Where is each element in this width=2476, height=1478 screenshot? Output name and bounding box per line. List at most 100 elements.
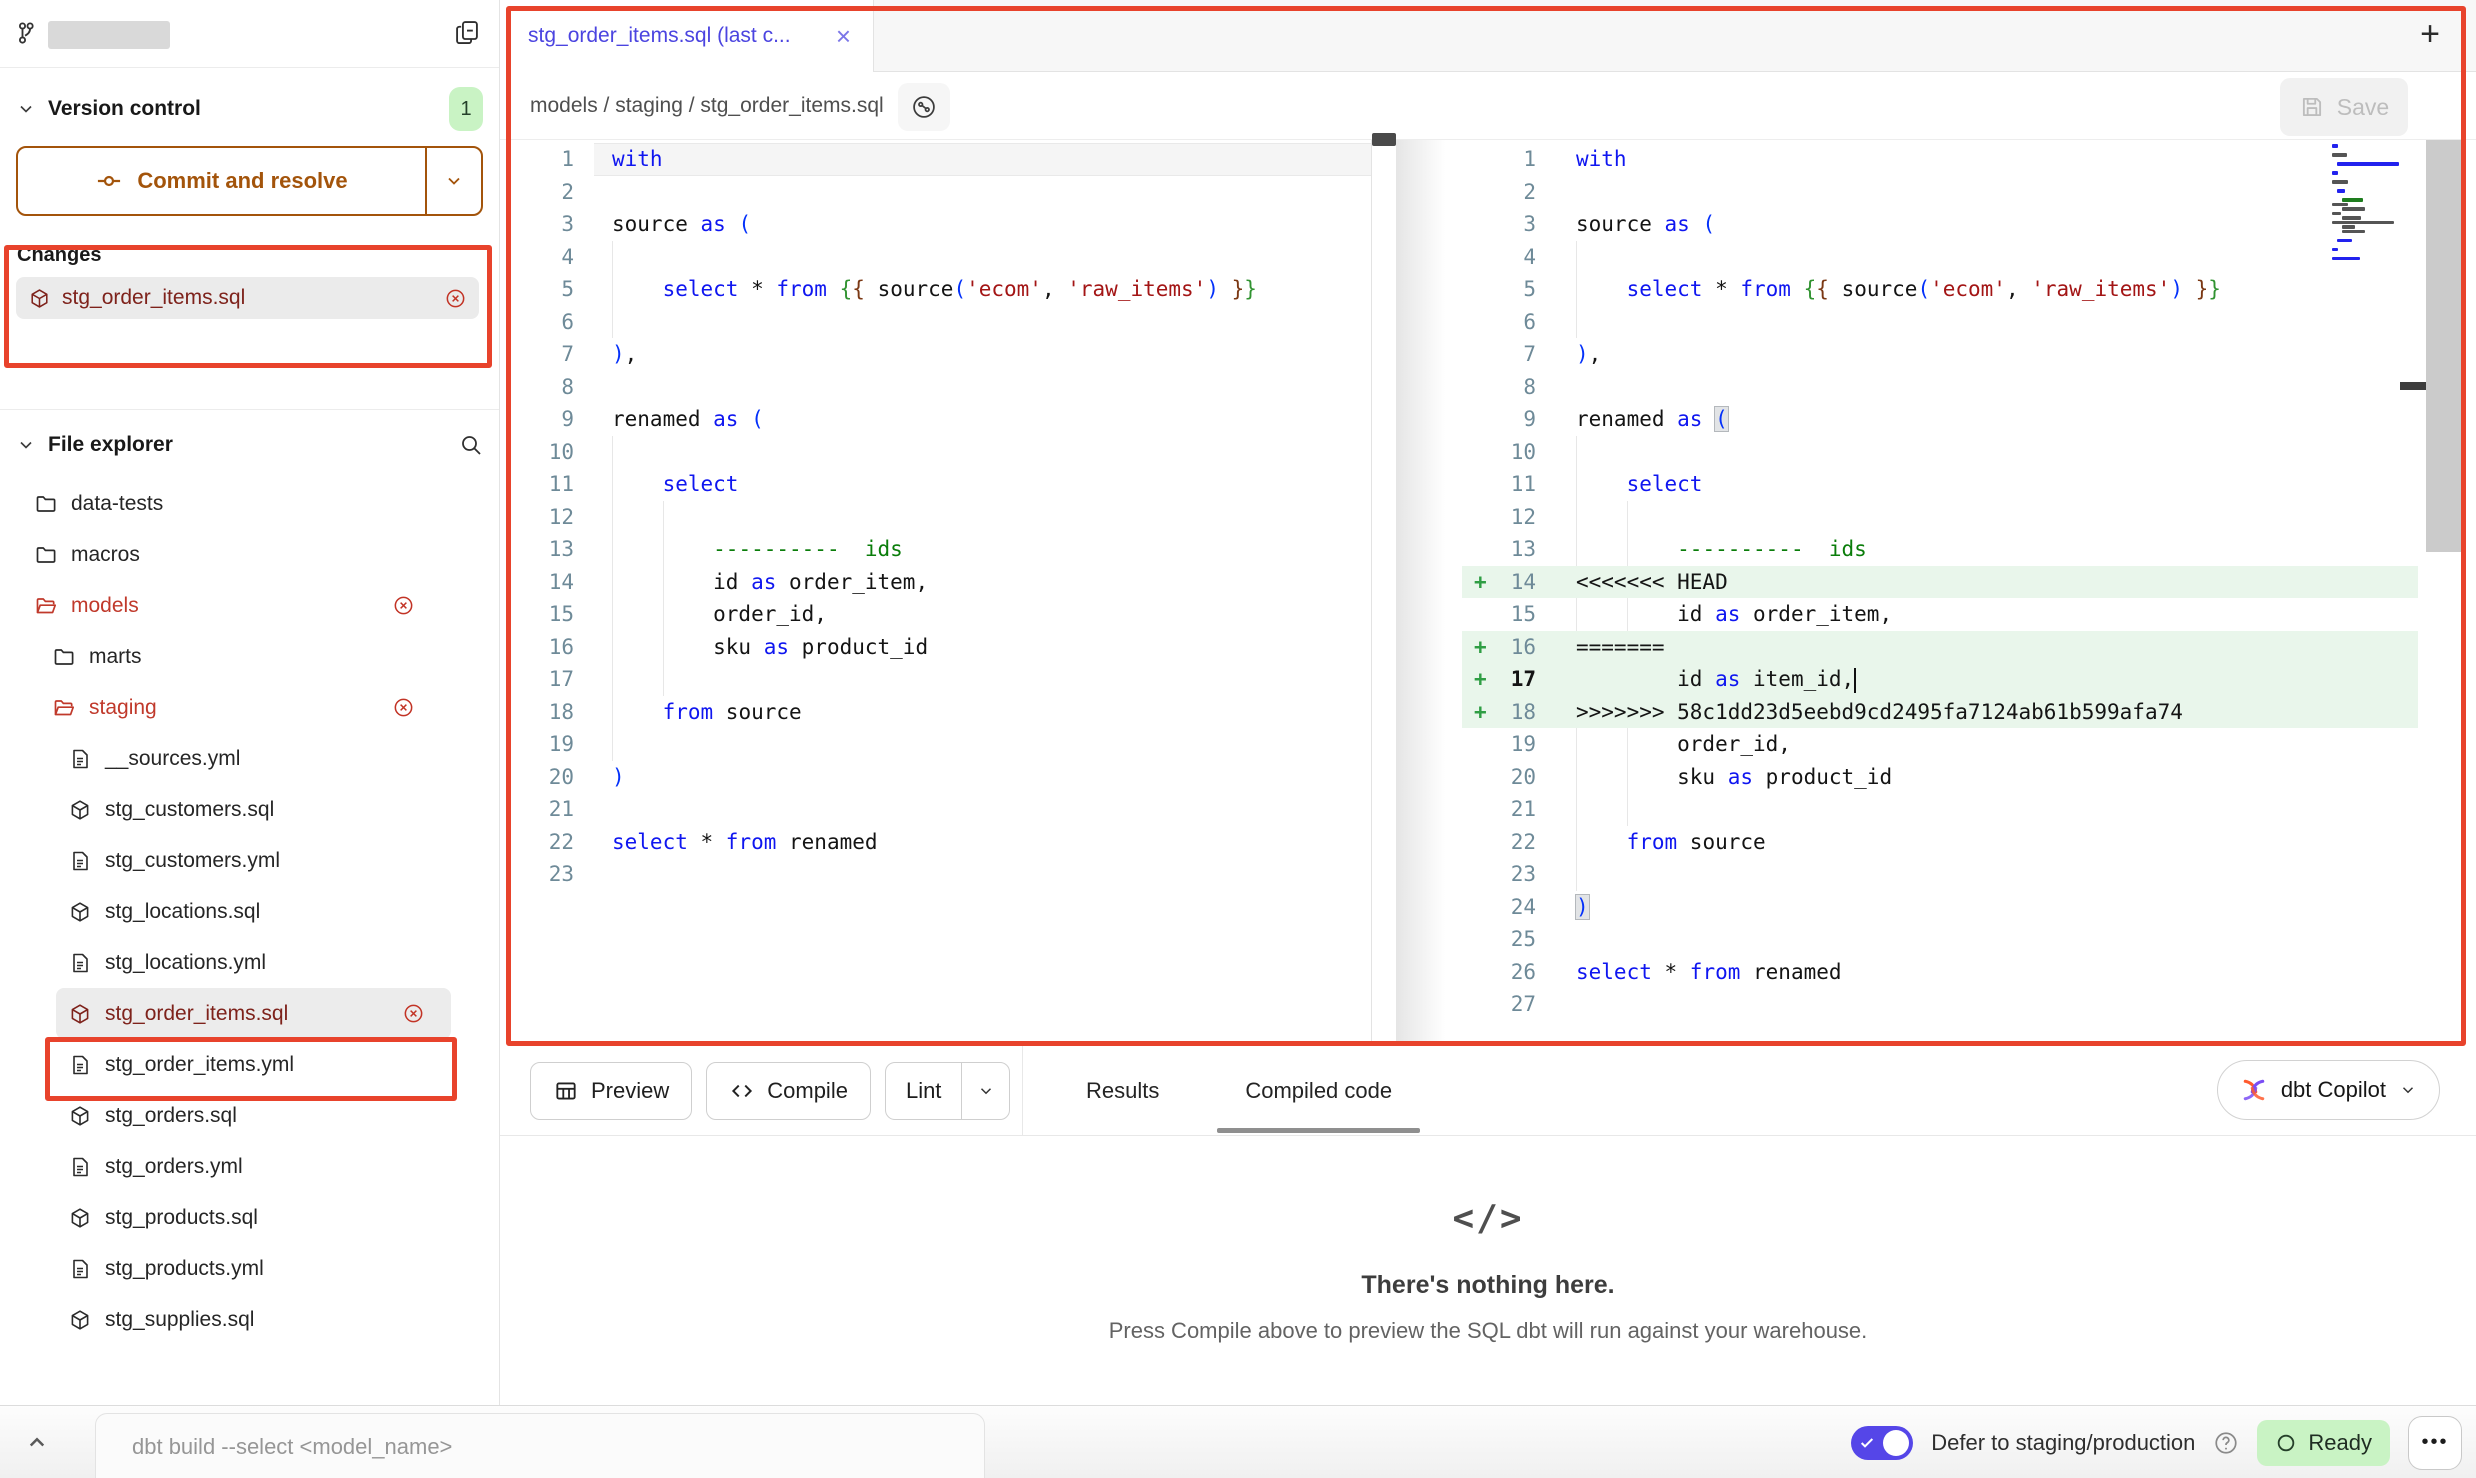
file-explorer-item-stg_products.yml[interactable]: stg_products.yml xyxy=(0,1243,499,1294)
deleted-status-icon[interactable] xyxy=(402,1002,425,1025)
minimap[interactable] xyxy=(2332,144,2398,266)
commit-and-resolve-button[interactable]: Commit and resolve xyxy=(16,146,483,216)
code-line[interactable]: 8 xyxy=(500,371,1371,404)
preview-button[interactable]: Preview xyxy=(530,1062,692,1120)
file-explorer-item-stg_locations.sql[interactable]: stg_locations.sql xyxy=(0,886,499,937)
search-icon[interactable] xyxy=(459,433,483,457)
code-line[interactable]: 25 xyxy=(1462,923,2418,956)
code-line[interactable]: 10 xyxy=(1462,436,2418,469)
file-explorer-item-stg_orders.sql[interactable]: stg_orders.sql xyxy=(0,1090,499,1141)
code-line[interactable]: 11 select xyxy=(1462,468,2418,501)
file-explorer-item-stg_products.sql[interactable]: stg_products.sql xyxy=(0,1192,499,1243)
code-line[interactable]: 11 select xyxy=(500,468,1371,501)
file-explorer-item-staging[interactable]: staging xyxy=(0,682,499,733)
code-line[interactable]: +14<<<<<<< HEAD xyxy=(1462,566,2418,599)
code-line[interactable]: 5 select * from {{ source('ecom', 'raw_i… xyxy=(500,273,1371,306)
new-tab-button[interactable]: + xyxy=(2408,12,2452,56)
code-line[interactable]: 16 sku as product_id xyxy=(500,631,1371,664)
code-line[interactable]: 26select * from renamed xyxy=(1462,956,2418,989)
code-line[interactable]: 7), xyxy=(500,338,1371,371)
code-line[interactable]: 4 xyxy=(1462,241,2418,274)
code-line[interactable]: 6 xyxy=(1462,306,2418,339)
tab-results[interactable]: Results xyxy=(1080,1046,1165,1135)
code-line[interactable]: 15 order_id, xyxy=(500,598,1371,631)
file-explorer-item-marts[interactable]: marts xyxy=(0,631,499,682)
file-explorer-item-stg_customers.sql[interactable]: stg_customers.sql xyxy=(0,784,499,835)
code-line[interactable]: 13 ---------- ids xyxy=(500,533,1371,566)
code-line[interactable]: +17 id as item_id, xyxy=(1462,663,2418,696)
code-line[interactable]: 4 xyxy=(500,241,1371,274)
code-line[interactable]: 9renamed as ( xyxy=(1462,403,2418,436)
help-icon[interactable] xyxy=(2213,1430,2239,1456)
code-line[interactable]: 9renamed as ( xyxy=(500,403,1371,436)
code-line[interactable]: 2 xyxy=(500,176,1371,209)
file-explorer-item-stg_order_items.yml[interactable]: stg_order_items.yml xyxy=(0,1039,499,1090)
code-line[interactable]: 3source as ( xyxy=(500,208,1371,241)
code-line[interactable]: 15 id as order_item, xyxy=(1462,598,2418,631)
file-explorer-item-__sources.yml[interactable]: __sources.yml xyxy=(0,733,499,784)
code-line[interactable]: 24) xyxy=(1462,891,2418,924)
code-line[interactable]: 22select * from renamed xyxy=(500,826,1371,859)
code-line[interactable]: 14 id as order_item, xyxy=(500,566,1371,599)
code-line[interactable]: 20 sku as product_id xyxy=(1462,761,2418,794)
code-editor-left[interactable]: 1with23source as (45 select * from {{ so… xyxy=(500,140,1371,1046)
code-line[interactable]: 8 xyxy=(1462,371,2418,404)
lint-dropdown-button[interactable] xyxy=(961,1063,1009,1119)
code-line[interactable]: 20) xyxy=(500,761,1371,794)
tab-stg-order-items[interactable]: stg_order_items.sql (last c... × xyxy=(500,0,874,72)
code-line[interactable]: 3source as ( xyxy=(1462,208,2418,241)
right-editor-scrollbar-thumb[interactable] xyxy=(2426,140,2466,552)
changed-file-item[interactable]: stg_order_items.sql xyxy=(16,277,479,319)
code-line[interactable]: 1with xyxy=(500,143,1371,176)
file-explorer-item-data-tests[interactable]: data-tests xyxy=(0,478,499,529)
left-editor-scrollbar-thumb[interactable] xyxy=(1372,133,1396,146)
dbt-copilot-button[interactable]: dbt Copilot xyxy=(2217,1060,2440,1120)
file-explorer-item-stg_supplies.sql[interactable]: stg_supplies.sql xyxy=(0,1294,499,1345)
code-editor-right[interactable]: 1with23source as (45 select * from {{ so… xyxy=(1462,140,2418,1046)
code-line[interactable]: 17 xyxy=(500,663,1371,696)
close-icon[interactable]: × xyxy=(836,23,851,49)
lineage-button[interactable] xyxy=(898,83,950,131)
save-button[interactable]: Save xyxy=(2280,78,2408,136)
commit-dropdown-button[interactable] xyxy=(425,148,481,214)
more-menu-button[interactable]: ••• xyxy=(2408,1416,2462,1470)
tab-compiled-code[interactable]: Compiled code xyxy=(1239,1046,1398,1135)
code-line[interactable]: 21 xyxy=(500,793,1371,826)
code-line[interactable]: 19 xyxy=(500,728,1371,761)
code-line[interactable]: 2 xyxy=(1462,176,2418,209)
code-line[interactable]: 18 from source xyxy=(500,696,1371,729)
code-line[interactable]: 1with xyxy=(1462,143,2418,176)
file-explorer-item-stg_locations.yml[interactable]: stg_locations.yml xyxy=(0,937,499,988)
code-line[interactable]: 21 xyxy=(1462,793,2418,826)
file-explorer-item-macros[interactable]: macros xyxy=(0,529,499,580)
code-line[interactable]: 19 order_id, xyxy=(1462,728,2418,761)
code-line[interactable]: 23 xyxy=(500,858,1371,891)
version-control-section-header[interactable]: Version control 1 xyxy=(0,86,499,132)
file-explorer-section-header[interactable]: File explorer xyxy=(0,416,499,474)
chevron-up-icon[interactable] xyxy=(22,1428,52,1458)
code-line[interactable]: 27 xyxy=(1462,988,2418,1021)
code-line[interactable]: 7), xyxy=(1462,338,2418,371)
defer-toggle[interactable] xyxy=(1851,1426,1913,1460)
code-line[interactable]: 10 xyxy=(500,436,1371,469)
code-line[interactable]: 12 xyxy=(1462,501,2418,534)
deleted-status-icon[interactable] xyxy=(444,287,467,310)
copy-icon[interactable] xyxy=(453,18,481,46)
lint-button[interactable]: Lint xyxy=(886,1063,961,1119)
code-line[interactable]: +18>>>>>>> 58c1dd23d5eebd9cd2495fa7124ab… xyxy=(1462,696,2418,729)
code-line[interactable]: 12 xyxy=(500,501,1371,534)
deleted-status-icon[interactable] xyxy=(392,594,415,617)
code-line[interactable]: 6 xyxy=(500,306,1371,339)
code-line[interactable]: 23 xyxy=(1462,858,2418,891)
file-explorer-item-stg_order_items.sql[interactable]: stg_order_items.sql xyxy=(56,988,451,1039)
code-line[interactable]: 13 ---------- ids xyxy=(1462,533,2418,566)
code-line[interactable]: 22 from source xyxy=(1462,826,2418,859)
file-explorer-item-stg_orders.yml[interactable]: stg_orders.yml xyxy=(0,1141,499,1192)
deleted-status-icon[interactable] xyxy=(392,696,415,719)
command-input[interactable]: dbt build --select <model_name> xyxy=(95,1413,985,1478)
file-explorer-item-stg_customers.yml[interactable]: stg_customers.yml xyxy=(0,835,499,886)
code-line[interactable]: 5 select * from {{ source('ecom', 'raw_i… xyxy=(1462,273,2418,306)
file-explorer-item-models[interactable]: models xyxy=(0,580,499,631)
compile-button[interactable]: Compile xyxy=(706,1062,871,1120)
code-line[interactable]: +16======= xyxy=(1462,631,2418,664)
